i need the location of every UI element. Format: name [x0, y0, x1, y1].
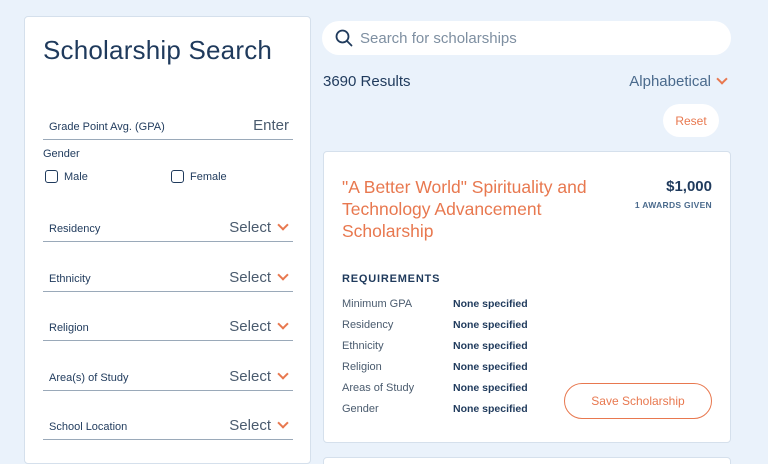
requirement-value: None specified [453, 319, 528, 331]
requirement-row: Ethnicity None specified [342, 340, 528, 352]
gender-label: Gender [43, 148, 80, 160]
reset-button[interactable]: Reset [663, 104, 719, 137]
area-of-study-dropdown[interactable]: Select [229, 368, 289, 385]
gender-female-checkbox[interactable]: Female [171, 170, 227, 183]
area-of-study-label: Area(s) of Study [49, 372, 129, 384]
religion-value: Select [229, 318, 271, 335]
search-sidebar: Scholarship Search Grade Point Avg. (GPA… [24, 16, 311, 464]
gpa-label: Grade Point Avg. (GPA) [49, 121, 165, 133]
requirements-heading: REQUIREMENTS [342, 273, 441, 285]
requirement-row: Religion None specified [342, 361, 528, 373]
requirement-key: Religion [342, 361, 382, 373]
requirement-key: Ethnicity [342, 340, 384, 352]
requirement-row: Gender None specified [342, 403, 528, 415]
requirement-row: Minimum GPA None specified [342, 298, 528, 310]
chevron-down-icon [716, 73, 728, 85]
gpa-field[interactable]: Grade Point Avg. (GPA) Enter [43, 114, 293, 140]
religion-label: Religion [49, 322, 89, 334]
requirement-value: None specified [453, 382, 528, 394]
chevron-down-icon [277, 318, 289, 330]
chevron-down-icon [277, 269, 289, 281]
ethnicity-select[interactable]: Ethnicity Select [43, 266, 293, 292]
residency-value: Select [229, 219, 271, 236]
requirement-key: Gender [342, 403, 379, 415]
chevron-down-icon [277, 219, 289, 231]
area-of-study-select[interactable]: Area(s) of Study Select [43, 365, 293, 391]
award-amount: $1,000 [666, 178, 712, 195]
gender-female-label: Female [190, 170, 227, 183]
ethnicity-dropdown[interactable]: Select [229, 269, 289, 286]
requirement-value: None specified [453, 361, 528, 373]
requirement-value: None specified [453, 298, 528, 310]
requirement-key: Areas of Study [342, 382, 415, 394]
requirement-key: Residency [342, 319, 394, 331]
area-of-study-value: Select [229, 368, 271, 385]
residency-label: Residency [49, 223, 101, 235]
sort-label: Alphabetical [629, 73, 711, 90]
requirement-value: None specified [453, 403, 528, 415]
chevron-down-icon [277, 417, 289, 429]
awards-given: 1 AWARDS GIVEN [634, 200, 712, 210]
scholarship-title-link[interactable]: "A Better World" Spirituality and Techno… [342, 176, 610, 242]
school-location-label: School Location [49, 421, 128, 433]
search-icon[interactable] [335, 29, 353, 47]
residency-dropdown[interactable]: Select [229, 219, 289, 236]
save-scholarship-button[interactable]: Save Scholarship [564, 383, 712, 419]
chevron-down-icon [277, 368, 289, 380]
school-location-dropdown[interactable]: Select [229, 417, 289, 434]
results-count: 3690 Results [323, 73, 411, 90]
gpa-input[interactable]: Enter [253, 117, 289, 134]
checkbox-icon[interactable] [45, 170, 58, 183]
school-location-select[interactable]: School Location Select [43, 414, 293, 440]
search-input[interactable] [360, 27, 710, 49]
sidebar-title: Scholarship Search [43, 35, 273, 65]
ethnicity-value: Select [229, 269, 271, 286]
scholarship-card-next [323, 457, 731, 464]
search-bar[interactable] [322, 21, 731, 55]
sort-dropdown[interactable]: Alphabetical [629, 73, 728, 90]
school-location-value: Select [229, 417, 271, 434]
checkbox-icon[interactable] [171, 170, 184, 183]
residency-select[interactable]: Residency Select [43, 216, 293, 242]
requirement-key: Minimum GPA [342, 298, 413, 310]
religion-select[interactable]: Religion Select [43, 315, 293, 341]
requirement-row: Residency None specified [342, 319, 528, 331]
religion-dropdown[interactable]: Select [229, 318, 289, 335]
scholarship-card: "A Better World" Spirituality and Techno… [323, 151, 731, 443]
requirement-row: Areas of Study None specified [342, 382, 528, 394]
gender-male-label: Male [64, 170, 88, 183]
ethnicity-label: Ethnicity [49, 273, 91, 285]
gender-male-checkbox[interactable]: Male [45, 170, 88, 183]
requirement-value: None specified [453, 340, 528, 352]
